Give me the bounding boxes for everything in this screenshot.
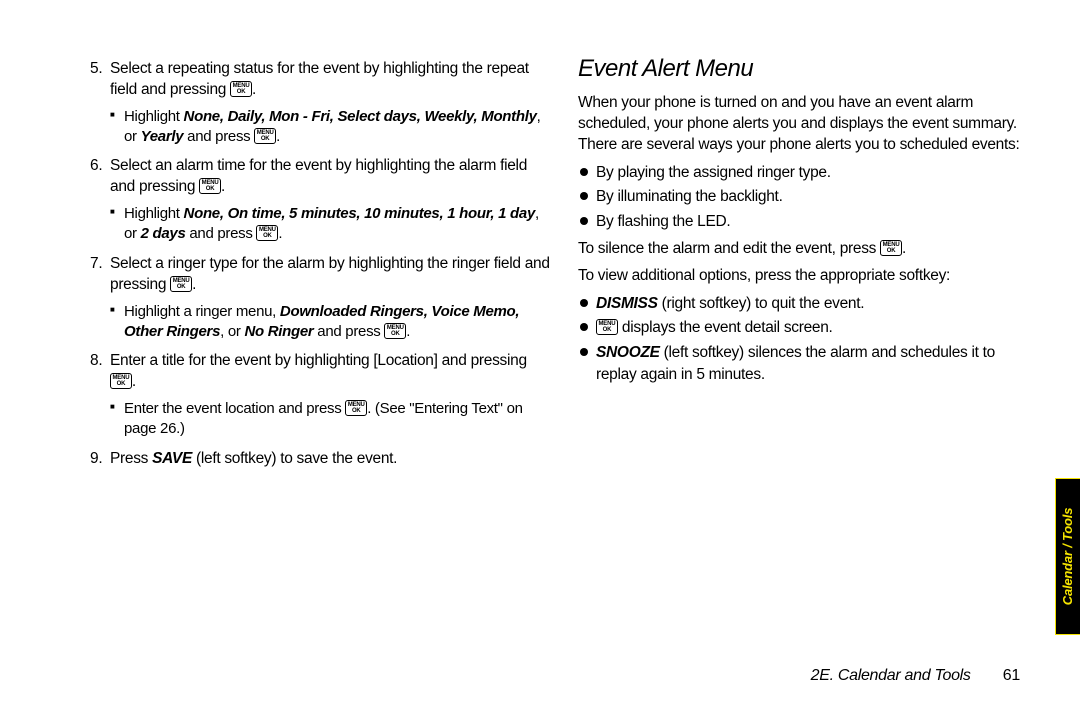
list-item: 9. Press SAVE (left softkey) to save the… bbox=[90, 449, 550, 470]
sub-options: 2 days bbox=[141, 225, 186, 242]
text: (right softkey) to quit the event. bbox=[658, 295, 865, 312]
sub-text: Highlight bbox=[124, 108, 184, 125]
item-text: Press bbox=[110, 450, 152, 467]
item-text: Enter a title for the event by highlight… bbox=[110, 352, 527, 369]
menu-ok-key-icon: MENUOK bbox=[345, 400, 367, 416]
item-number: 5. bbox=[90, 59, 102, 80]
sub-options: Yearly bbox=[141, 128, 184, 145]
item-number: 6. bbox=[90, 156, 102, 177]
list-item: MENUOK displays the event detail screen. bbox=[578, 317, 1033, 339]
page-footer: 2E. Calendar and Tools 61 bbox=[811, 667, 1020, 685]
sub-item: Enter the event location and press MENUO… bbox=[110, 399, 550, 439]
list-item: SNOOZE (left softkey) silences the alarm… bbox=[578, 342, 1033, 387]
snooze-label: SNOOZE bbox=[596, 344, 660, 361]
manual-page: 5. Select a repeating status for the eve… bbox=[0, 0, 1080, 720]
sub-text: . bbox=[278, 225, 282, 242]
text: . bbox=[902, 240, 906, 257]
item-text: Select a repeating status for the event … bbox=[110, 60, 529, 98]
text: displays the event detail screen. bbox=[618, 319, 833, 336]
instruction-list: 5. Select a repeating status for the eve… bbox=[90, 59, 550, 470]
sub-text: and press bbox=[183, 128, 254, 145]
item-number: 8. bbox=[90, 351, 102, 372]
sub-text: Highlight a ringer menu, bbox=[124, 303, 280, 320]
menu-ok-key-icon: MENUOK bbox=[880, 240, 902, 256]
save-label: SAVE bbox=[152, 450, 192, 467]
columns: 5. Select a repeating status for the eve… bbox=[90, 55, 1038, 480]
menu-ok-key-icon: MENUOK bbox=[110, 373, 132, 389]
menu-ok-key-icon: MENUOK bbox=[230, 81, 252, 97]
sub-text: . bbox=[406, 323, 410, 340]
list-item: DISMISS (right softkey) to quit the even… bbox=[578, 293, 1033, 315]
sub-options: None, Daily, Mon - Fri, Select days, Wee… bbox=[184, 108, 537, 125]
menu-ok-key-icon: MENUOK bbox=[256, 225, 278, 241]
item-text: . bbox=[132, 373, 136, 390]
list-item: By illuminating the backlight. bbox=[578, 186, 1033, 208]
intro-paragraph: When your phone is turned on and you hav… bbox=[578, 93, 1033, 156]
menu-ok-key-icon: MENUOK bbox=[170, 276, 192, 292]
side-tab: Calendar / Tools bbox=[1055, 478, 1080, 635]
dismiss-label: DISMISS bbox=[596, 295, 658, 312]
side-tab-label: Calendar / Tools bbox=[1061, 508, 1076, 605]
sub-text: Highlight bbox=[124, 205, 184, 222]
section-heading: Event Alert Menu bbox=[578, 55, 1033, 83]
list-item: 7. Select a ringer type for the alarm by… bbox=[90, 254, 550, 341]
item-text: . bbox=[221, 178, 225, 195]
item-text: . bbox=[192, 276, 196, 293]
item-number: 7. bbox=[90, 254, 102, 275]
list-item: 8. Enter a title for the event by highli… bbox=[90, 351, 550, 438]
list-item: By playing the assigned ringer type. bbox=[578, 162, 1033, 184]
list-item: 6. Select an alarm time for the event by… bbox=[90, 156, 550, 243]
sub-options: No Ringer bbox=[244, 323, 313, 340]
menu-ok-key-icon: MENUOK bbox=[254, 128, 276, 144]
view-paragraph: To view additional options, press the ap… bbox=[578, 266, 1033, 287]
sub-item: Highlight a ringer menu, Downloaded Ring… bbox=[110, 302, 550, 342]
sub-item: Highlight None, Daily, Mon - Fri, Select… bbox=[110, 107, 550, 147]
sub-item: Highlight None, On time, 5 minutes, 10 m… bbox=[110, 204, 550, 244]
menu-ok-key-icon: MENUOK bbox=[199, 178, 221, 194]
item-number: 9. bbox=[90, 449, 102, 470]
footer-section: 2E. Calendar and Tools bbox=[811, 667, 971, 684]
list-item: By flashing the LED. bbox=[578, 211, 1033, 233]
options-list: DISMISS (right softkey) to quit the even… bbox=[578, 293, 1033, 387]
item-text: . bbox=[252, 81, 256, 98]
menu-ok-key-icon: MENUOK bbox=[596, 319, 618, 335]
page-number: 61 bbox=[1003, 667, 1020, 684]
silence-paragraph: To silence the alarm and edit the event,… bbox=[578, 239, 1033, 260]
left-column: 5. Select a repeating status for the eve… bbox=[90, 55, 550, 480]
sub-text: , or bbox=[220, 323, 244, 340]
sub-text: and press bbox=[313, 323, 384, 340]
sub-text: and press bbox=[186, 225, 257, 242]
item-text: (left softkey) to save the event. bbox=[192, 450, 397, 467]
text: To silence the alarm and edit the event,… bbox=[578, 240, 880, 257]
menu-ok-key-icon: MENUOK bbox=[384, 323, 406, 339]
alert-methods-list: By playing the assigned ringer type. By … bbox=[578, 162, 1033, 233]
right-column: Event Alert Menu When your phone is turn… bbox=[578, 55, 1033, 480]
sub-text: Enter the event location and press bbox=[124, 400, 345, 417]
list-item: 5. Select a repeating status for the eve… bbox=[90, 59, 550, 146]
sub-options: None, On time, 5 minutes, 10 minutes, 1 … bbox=[184, 205, 535, 222]
item-text: Select an alarm time for the event by hi… bbox=[110, 157, 527, 195]
sub-text: . bbox=[276, 128, 280, 145]
